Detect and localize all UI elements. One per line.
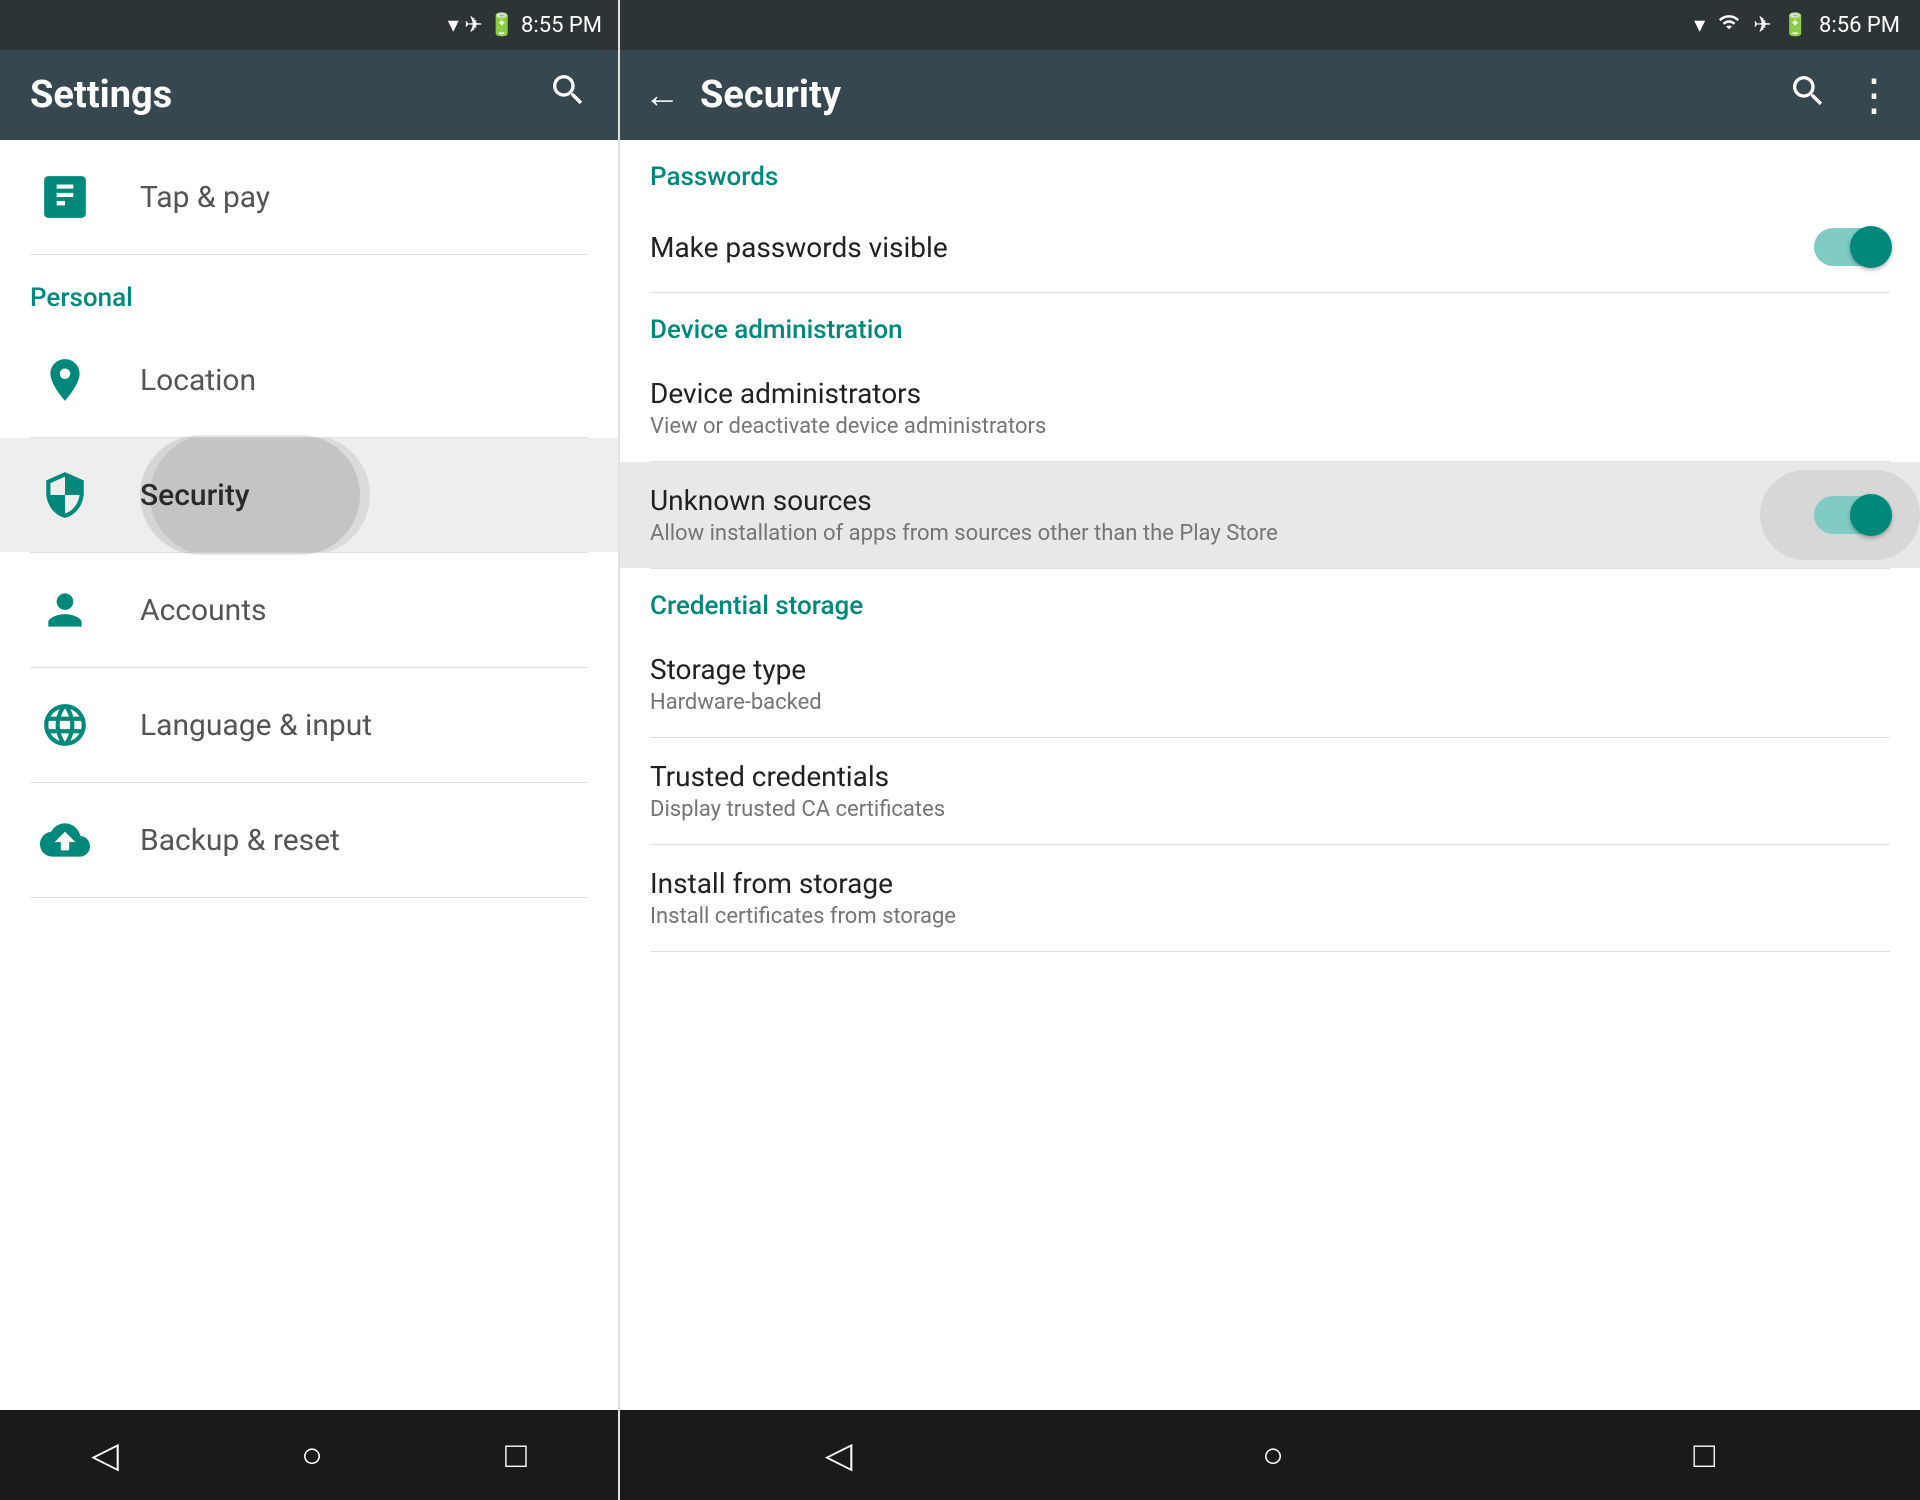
- settings-item-backup[interactable]: Backup & reset: [0, 783, 618, 897]
- trusted-credentials-subtitle: Display trusted CA certificates: [650, 797, 1890, 822]
- install-from-storage-text: Install from storage Install certificate…: [650, 867, 1890, 929]
- toolbar-actions: ⋮: [1788, 71, 1896, 120]
- passwords-section-header: Passwords: [620, 140, 1920, 202]
- left-toolbar: Settings: [0, 50, 618, 140]
- toolbar-left: ← Security: [644, 73, 841, 117]
- divider-install-from-storage: [650, 951, 1890, 952]
- credential-storage-section-header: Credential storage: [620, 569, 1920, 631]
- settings-item-language[interactable]: Language & input: [0, 668, 618, 782]
- left-content: Tap & pay Personal Location: [0, 140, 618, 1410]
- install-from-storage-subtitle: Install certificates from storage: [650, 904, 1890, 929]
- settings-title: Settings: [30, 73, 172, 117]
- backup-label: Backup & reset: [140, 823, 340, 858]
- settings-item-storage-type[interactable]: Storage type Hardware-backed: [620, 631, 1920, 737]
- toggle-thumb: [1850, 226, 1892, 268]
- location-icon: [30, 345, 100, 415]
- install-from-storage-title: Install from storage: [650, 867, 1890, 900]
- right-recent-button[interactable]: □: [1693, 1434, 1715, 1476]
- left-nav-bar: ◁ ○ □: [0, 1410, 618, 1500]
- settings-item-location[interactable]: Location: [0, 323, 618, 437]
- settings-item-passwords-visible[interactable]: Make passwords visible: [620, 202, 1920, 292]
- left-home-button[interactable]: ○: [301, 1434, 323, 1476]
- storage-type-subtitle: Hardware-backed: [650, 690, 1890, 715]
- tap-pay-label: Tap & pay: [140, 180, 270, 215]
- right-time: 8:56 PM: [1819, 13, 1900, 38]
- passwords-visible-title: Make passwords visible: [650, 231, 1814, 264]
- wifi-signal-icon: [1715, 11, 1743, 39]
- personal-section-header: Personal: [0, 255, 618, 323]
- right-panel: ▾ ✈ 🔋 8:56 PM ← Security: [620, 0, 1920, 1500]
- left-status-bar: ▾ ✈ 🔋 8:55 PM: [0, 0, 618, 50]
- right-search-icon[interactable]: [1788, 71, 1828, 120]
- unknown-sources-toggle[interactable]: [1814, 496, 1890, 534]
- settings-item-install-from-storage[interactable]: Install from storage Install certificate…: [620, 845, 1920, 951]
- language-icon: [30, 690, 100, 760]
- trusted-credentials-text: Trusted credentials Display trusted CA c…: [650, 760, 1890, 822]
- right-content: Passwords Make passwords visible Device …: [620, 140, 1920, 1410]
- settings-item-device-admins[interactable]: Device administrators View or deactivate…: [620, 355, 1920, 461]
- device-admin-section-header: Device administration: [620, 293, 1920, 355]
- settings-item-trusted-credentials[interactable]: Trusted credentials Display trusted CA c…: [620, 738, 1920, 844]
- security-icon: [30, 460, 100, 530]
- tap-pay-icon: [30, 162, 100, 232]
- back-button[interactable]: ←: [644, 74, 680, 116]
- unknown-sources-text: Unknown sources Allow installation of ap…: [650, 484, 1814, 546]
- unknown-sources-subtitle: Allow installation of apps from sources …: [650, 521, 1814, 546]
- passwords-visible-text: Make passwords visible: [650, 231, 1814, 264]
- search-icon[interactable]: [548, 70, 588, 120]
- right-nav-bar: ◁ ○ □: [620, 1410, 1920, 1500]
- divider-backup: [30, 897, 588, 898]
- wifi-icon: ▾: [1694, 13, 1705, 38]
- left-panel: ▾ ✈ 🔋 8:55 PM Settings Tap & pay Pers: [0, 0, 620, 1500]
- storage-type-text: Storage type Hardware-backed: [650, 653, 1890, 715]
- left-recent-button[interactable]: □: [505, 1434, 527, 1476]
- language-label: Language & input: [140, 708, 372, 743]
- unknown-sources-title: Unknown sources: [650, 484, 1814, 517]
- device-admins-title: Device administrators: [650, 377, 1890, 410]
- accounts-icon: [30, 575, 100, 645]
- security-label: Security: [140, 478, 250, 513]
- settings-item-accounts[interactable]: Accounts: [0, 553, 618, 667]
- right-toolbar: ← Security ⋮: [620, 50, 1920, 140]
- left-status-icons: ▾ ✈ 🔋 8:55 PM: [448, 13, 602, 38]
- airplane-icon: ✈: [1753, 13, 1771, 38]
- passwords-visible-toggle[interactable]: [1814, 228, 1890, 266]
- location-label: Location: [140, 363, 256, 398]
- right-status-icons: ▾ ✈ 🔋 8:56 PM: [1694, 11, 1900, 39]
- ripple-circle: [150, 438, 370, 552]
- left-back-button[interactable]: ◁: [91, 1434, 119, 1476]
- accounts-label: Accounts: [140, 593, 267, 628]
- battery-icon: 🔋: [1782, 13, 1809, 38]
- storage-type-title: Storage type: [650, 653, 1890, 686]
- device-admins-text: Device administrators View or deactivate…: [650, 377, 1890, 439]
- device-admins-subtitle: View or deactivate device administrators: [650, 414, 1890, 439]
- settings-item-security[interactable]: Security: [0, 438, 618, 552]
- right-status-bar: ▾ ✈ 🔋 8:56 PM: [620, 0, 1920, 50]
- more-options-icon[interactable]: ⋮: [1852, 73, 1896, 117]
- right-back-button[interactable]: ◁: [825, 1434, 853, 1476]
- right-home-button[interactable]: ○: [1262, 1434, 1284, 1476]
- security-page-title: Security: [700, 73, 841, 117]
- unknown-sources-toggle-thumb: [1850, 494, 1892, 536]
- trusted-credentials-title: Trusted credentials: [650, 760, 1890, 793]
- settings-item-tap-pay[interactable]: Tap & pay: [0, 140, 618, 254]
- backup-icon: [30, 805, 100, 875]
- settings-item-unknown-sources[interactable]: Unknown sources Allow installation of ap…: [620, 462, 1920, 568]
